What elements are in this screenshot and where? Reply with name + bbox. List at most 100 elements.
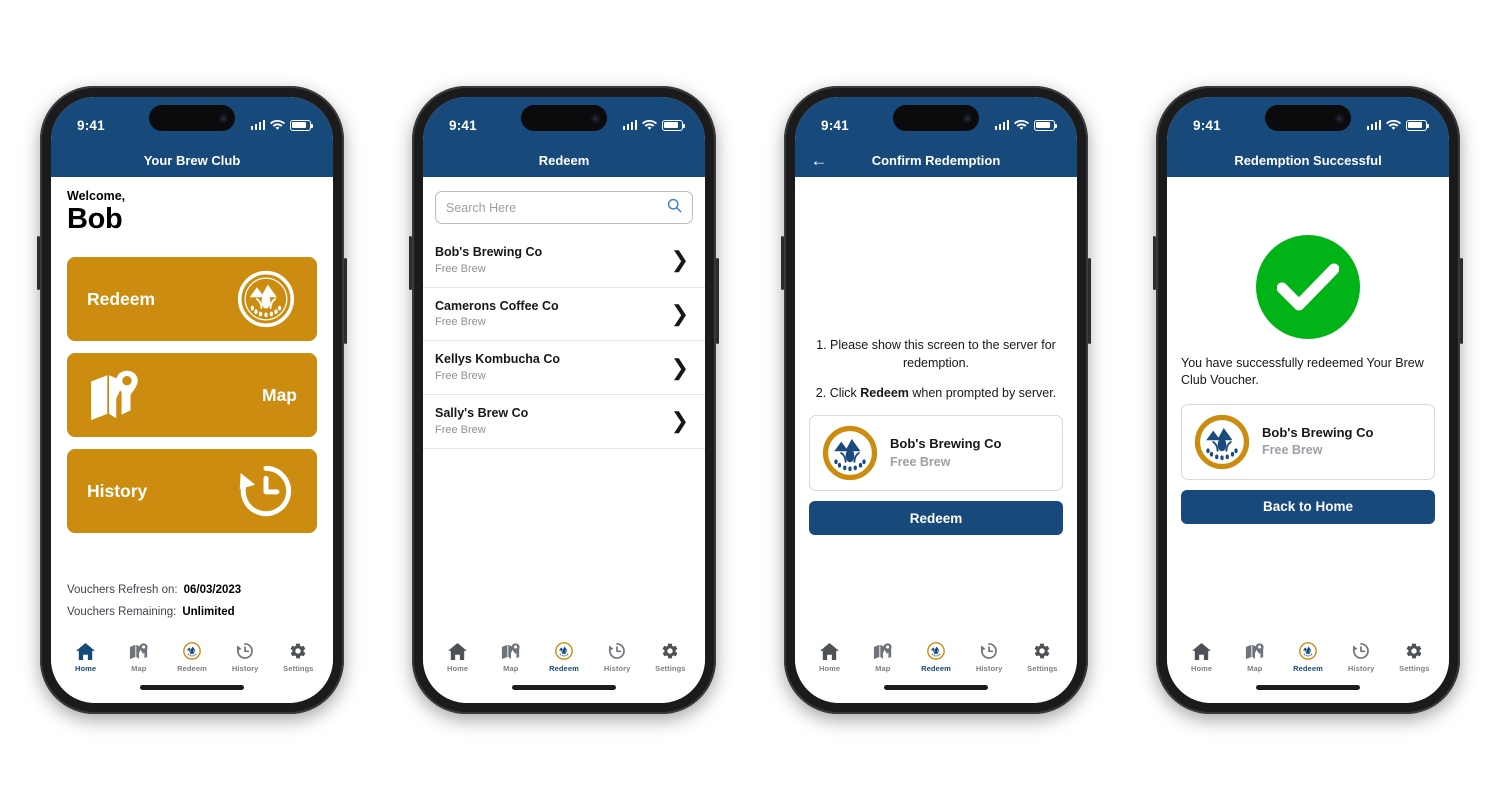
merchant-name: Bob's Brewing Co	[1262, 424, 1374, 440]
tab-history[interactable]: History	[965, 642, 1013, 673]
map-icon	[129, 642, 149, 661]
redeem-list-content: Search Here Bob's Brewing Co Free Brew ❯	[423, 177, 705, 631]
tab-redeem[interactable]: Redeem	[912, 642, 960, 673]
tab-history[interactable]: History	[593, 642, 641, 673]
brew-club-badge-icon	[183, 642, 201, 661]
nav-header: Redeem	[423, 143, 705, 177]
list-item[interactable]: Bob's Brewing Co Free Brew ❯	[423, 234, 705, 288]
history-button[interactable]: History	[67, 449, 317, 534]
chevron-right-icon: ❯	[670, 301, 689, 327]
success-message: You have successfully redeemed Your Brew…	[1181, 356, 1424, 387]
tab-history[interactable]: History	[1337, 642, 1385, 673]
map-button[interactable]: Map	[67, 353, 317, 438]
tab-settings-label: Settings	[283, 663, 314, 673]
tab-history-label: History	[603, 663, 631, 673]
welcome-block: Welcome, Bob	[51, 177, 333, 235]
back-arrow-icon[interactable]: ←	[809, 150, 829, 170]
merchant-card: Bob's Brewing Co Free Brew	[1181, 403, 1435, 480]
back-to-home-button[interactable]: Back to Home	[1181, 489, 1435, 524]
tab-home[interactable]: Home	[434, 642, 482, 673]
business-name: Sally's Brew Co	[435, 406, 529, 421]
tab-redeem[interactable]: Redeem	[540, 642, 588, 673]
tab-redeem-label: Redeem	[921, 663, 951, 673]
tab-home[interactable]: Home	[62, 642, 110, 673]
tab-map-label: Map	[1247, 663, 1263, 673]
home-content: Welcome, Bob Redeem Map History Vouchers…	[51, 177, 333, 631]
front-camera-icon	[591, 113, 600, 123]
tab-home-label: Home	[818, 663, 841, 673]
tab-bar: Home Map Redeem History Settings	[795, 631, 1077, 683]
tab-redeem-label: Redeem	[549, 663, 579, 673]
screen-redemption-successful: 9:41 Redemption Successful You have succ…	[1167, 97, 1449, 703]
tab-map[interactable]: Map	[115, 642, 163, 673]
home-icon	[1192, 642, 1212, 661]
tab-home[interactable]: Home	[806, 642, 854, 673]
nav-header: Redemption Successful	[1167, 143, 1449, 177]
home-icon	[76, 642, 96, 661]
step-2: 2. Click Redeem when prompted by server.	[809, 384, 1063, 403]
redeem-action-button[interactable]: Redeem	[809, 501, 1063, 535]
history-clock-icon	[236, 642, 254, 661]
chevron-right-icon: ❯	[670, 354, 689, 380]
nav-header: Your Brew Club	[51, 143, 333, 177]
merchant-info: Bob's Brewing Co Free Brew	[890, 435, 1001, 471]
battery-icon	[662, 119, 686, 131]
page-title: Redemption Successful	[1234, 152, 1382, 168]
business-name: Camerons Coffee Co	[435, 298, 559, 313]
tab-settings[interactable]: Settings	[274, 642, 322, 673]
tab-map[interactable]: Map	[859, 642, 907, 673]
page-title: Your Brew Club	[143, 152, 241, 168]
status-icons	[1366, 119, 1430, 131]
status-icons	[622, 119, 686, 131]
tab-redeem-label: Redeem	[1293, 663, 1323, 673]
history-clock-icon	[235, 460, 297, 522]
status-icons	[250, 119, 314, 131]
tab-settings-label: Settings	[1027, 663, 1058, 673]
tab-history-label: History	[1347, 663, 1375, 673]
business-offer: Free Brew	[435, 423, 486, 436]
phone-redeem-list: 9:41 Redeem Search Here Bob's Brewing Co…	[409, 86, 719, 714]
search-icon[interactable]	[667, 198, 682, 218]
tab-settings[interactable]: Settings	[1390, 642, 1438, 673]
phone-confirm-redemption: 9:41 ← Confirm Redemption 1. Please show…	[781, 86, 1091, 714]
front-camera-icon	[963, 113, 972, 123]
gear-icon	[661, 642, 679, 661]
search-placeholder: Search Here	[446, 200, 517, 215]
step-2-suffix: when prompted by server.	[908, 385, 1057, 400]
bottom-spacer	[795, 535, 1077, 631]
screen-redeem-list: 9:41 Redeem Search Here Bob's Brewing Co…	[423, 97, 705, 703]
tab-history-label: History	[231, 663, 259, 673]
chevron-right-icon: ❯	[670, 247, 689, 273]
search-input[interactable]: Search Here	[435, 191, 693, 224]
success-content: You have successfully redeemed Your Brew…	[1167, 177, 1449, 631]
search-wrapper: Search Here	[423, 177, 705, 234]
tab-redeem[interactable]: Redeem	[1284, 642, 1332, 673]
voucher-remaining-value: Unlimited	[182, 605, 235, 618]
tab-map[interactable]: Map	[1231, 642, 1279, 673]
tab-settings[interactable]: Settings	[1018, 642, 1066, 673]
tab-map[interactable]: Map	[487, 642, 535, 673]
tab-home[interactable]: Home	[1178, 642, 1226, 673]
tab-settings[interactable]: Settings	[646, 642, 694, 673]
tab-history[interactable]: History	[221, 642, 269, 673]
tab-map-label: Map	[875, 663, 891, 673]
home-indicator	[795, 683, 1077, 703]
redeem-button[interactable]: Redeem	[67, 257, 317, 342]
status-bar: 9:41	[51, 97, 333, 143]
cellular-signal-icon	[622, 120, 637, 130]
list-item[interactable]: Kellys Kombucha Co Free Brew ❯	[423, 341, 705, 396]
redeem-button-label: Redeem	[87, 288, 156, 309]
tab-home-label: Home	[446, 663, 469, 673]
home-icon	[820, 642, 840, 661]
list-item[interactable]: Sally's Brew Co Free Brew ❯	[423, 395, 705, 449]
voucher-refresh-value: 06/03/2023	[183, 584, 242, 597]
cellular-signal-icon	[250, 120, 265, 130]
brew-club-badge-icon	[1299, 642, 1317, 661]
list-item[interactable]: Camerons Coffee Co Free Brew ❯	[423, 288, 705, 342]
tab-redeem[interactable]: Redeem	[168, 642, 216, 673]
screen-home: 9:41 Your Brew Club Welcome, Bob Redeem …	[51, 97, 333, 703]
voucher-info: Vouchers Refresh on: 06/03/2023 Vouchers…	[51, 580, 333, 631]
success-check-icon	[1256, 235, 1360, 339]
status-bar: 9:41	[1167, 97, 1449, 143]
phone-mockups-stage: 9:41 Your Brew Club Welcome, Bob Redeem …	[0, 0, 1500, 800]
